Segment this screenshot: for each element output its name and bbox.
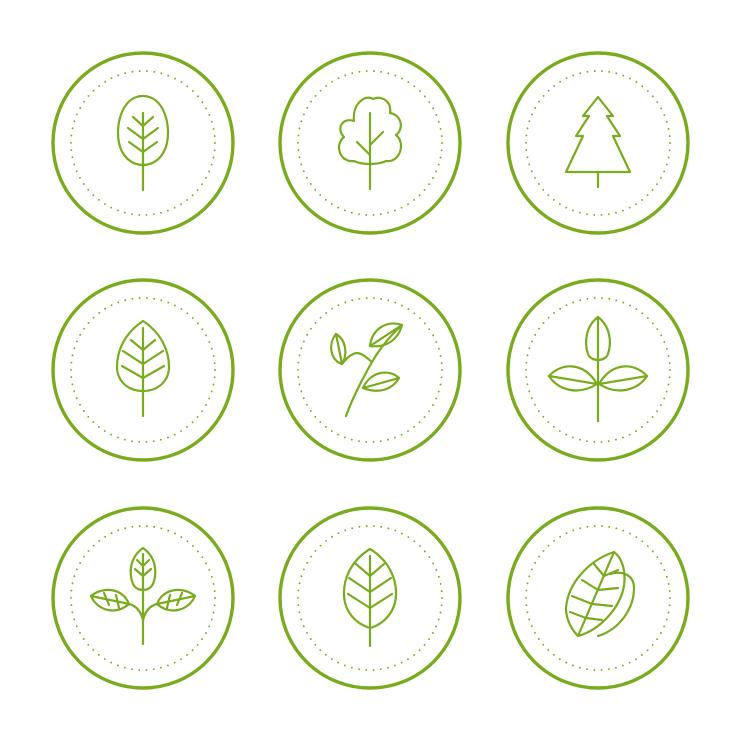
leaf-icon xyxy=(278,506,462,690)
pointed-leaf-icon xyxy=(51,278,235,462)
oval-leaf-icon xyxy=(51,51,235,235)
leaf-badge xyxy=(278,506,462,690)
three-leaf-sprout-icon xyxy=(506,278,690,462)
double-leaf-badge xyxy=(506,506,690,690)
oval-leaf-badge xyxy=(51,51,235,235)
three-leaf-sprout-badge xyxy=(506,278,690,462)
branch-icon xyxy=(278,278,462,462)
leaf-icon-set xyxy=(0,0,740,740)
branch-badge xyxy=(278,278,462,462)
double-leaf-icon xyxy=(506,506,690,690)
sprout-badge xyxy=(51,506,235,690)
deciduous-tree-icon xyxy=(278,51,462,235)
pointed-leaf-badge xyxy=(51,278,235,462)
sprout-icon xyxy=(51,506,235,690)
pine-tree-icon xyxy=(506,51,690,235)
pine-tree-badge xyxy=(506,51,690,235)
deciduous-tree-badge xyxy=(278,51,462,235)
